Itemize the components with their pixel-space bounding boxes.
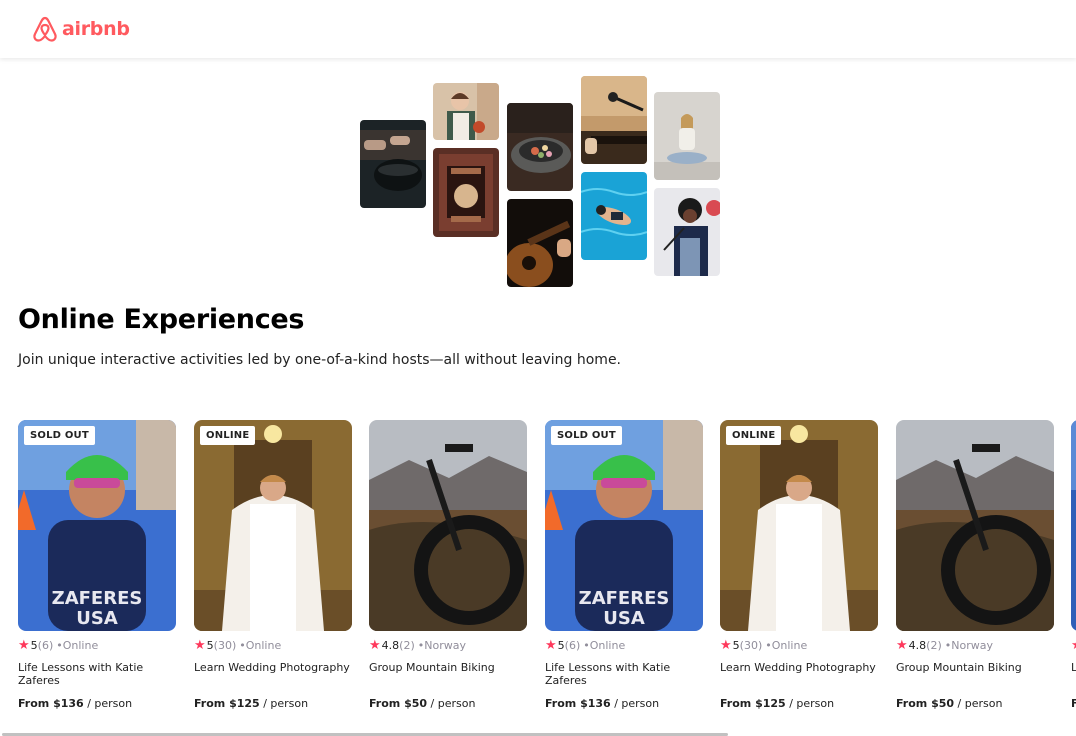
card-price: From $136 / person bbox=[545, 697, 703, 710]
experience-card[interactable]: ZAFERES USA SOLD OUT ★ 5 (6) •Online Lif… bbox=[545, 420, 703, 710]
hero-photo-food bbox=[507, 103, 573, 191]
status-badge: ONLINE bbox=[726, 426, 782, 445]
star-icon: ★ bbox=[194, 638, 206, 653]
card-reviews: (6) bbox=[37, 639, 54, 652]
card-price: F bbox=[1071, 697, 1076, 710]
card-location: •Norway bbox=[417, 639, 466, 652]
card-stats: ★ bbox=[1071, 638, 1076, 653]
card-title: Learn Wedding Photography bbox=[720, 661, 876, 674]
card-photo bbox=[369, 420, 527, 631]
card-location: •Online bbox=[56, 639, 99, 652]
card-rating: 5 bbox=[557, 639, 565, 652]
card-location: •Online bbox=[583, 639, 626, 652]
card-price-amount: From $125 bbox=[720, 697, 786, 710]
card-title: Learn Wedding Photography bbox=[194, 661, 350, 674]
card-location: •Online bbox=[765, 639, 808, 652]
hero-photo-chef bbox=[433, 83, 499, 140]
card-price-unit: / person bbox=[610, 697, 660, 710]
svg-text:ZAFERES: ZAFERES bbox=[579, 588, 670, 609]
hero-photo-singer bbox=[654, 188, 720, 276]
experience-cards: ZAFERES USA SOLD OUT ★ 5 (6) •Online Lif… bbox=[0, 420, 1076, 720]
card-title: Life Lessons with Katie Zaferes bbox=[18, 661, 144, 687]
card-title: Group Mountain Biking bbox=[369, 661, 495, 674]
status-badge: SOLD OUT bbox=[551, 426, 622, 445]
card-price: From $50 / person bbox=[369, 697, 527, 710]
status-badge: ONLINE bbox=[200, 426, 256, 445]
star-icon: ★ bbox=[545, 638, 557, 653]
card-price-amount: From $50 bbox=[369, 697, 428, 710]
card-price-amount: From $136 bbox=[18, 697, 84, 710]
svg-text:USA: USA bbox=[76, 608, 118, 629]
card-reviews: (30) bbox=[213, 639, 237, 652]
card-title: Life Lessons with Katie Zaferes bbox=[545, 661, 671, 687]
card-price: From $125 / person bbox=[194, 697, 352, 710]
card-stats: ★ 5 (30) •Online bbox=[720, 638, 878, 653]
card-photo: ZAFERES USA SOLD OUT bbox=[545, 420, 703, 631]
card-rating: 5 bbox=[732, 639, 740, 652]
experience-card[interactable]: ONLINE ★ 5 (30) •Online Learn Wedding Ph… bbox=[194, 420, 352, 710]
experience-card[interactable]: ZAFERES USA SOLD OUT ★ 5 (6) •Online Lif… bbox=[18, 420, 176, 710]
card-stats: ★ 4.8 (2) •Norway bbox=[369, 638, 527, 653]
card-price-unit: / person bbox=[259, 697, 309, 710]
card-price: From $50 / person bbox=[896, 697, 1054, 710]
card-photo: ZAFERES USA SOLD OUT bbox=[18, 420, 176, 631]
card-price-amount: From $125 bbox=[194, 697, 260, 710]
page-title: Online Experiences bbox=[18, 304, 305, 335]
page-subtitle: Join unique interactive activities led b… bbox=[18, 352, 622, 368]
card-photo: ONLINE bbox=[194, 420, 352, 631]
card-stats: ★ 5 (30) •Online bbox=[194, 638, 352, 653]
card-price-amount: From $136 bbox=[545, 697, 611, 710]
card-price-unit: / person bbox=[83, 697, 133, 710]
card-price-amount: From $50 bbox=[896, 697, 955, 710]
card-stats: ★ 5 (6) •Online bbox=[545, 638, 703, 653]
card-title: Group Mountain Biking bbox=[896, 661, 1022, 674]
card-rating: 4.8 bbox=[908, 639, 927, 652]
hero-photo-swimmer bbox=[581, 172, 647, 260]
card-rating: 5 bbox=[206, 639, 214, 652]
card-price: From $125 / person bbox=[720, 697, 878, 710]
card-reviews: (2) bbox=[926, 639, 942, 652]
star-icon: ★ bbox=[1071, 638, 1076, 653]
card-photo: ONLINE bbox=[720, 420, 878, 631]
star-icon: ★ bbox=[896, 638, 908, 653]
hero-photo-guitar bbox=[507, 199, 573, 287]
card-reviews: (6) bbox=[564, 639, 581, 652]
card-photo bbox=[1071, 420, 1076, 631]
experience-card[interactable]: ★ 4.8 (2) •Norway Group Mountain Biking … bbox=[369, 420, 527, 710]
card-stats: ★ 5 (6) •Online bbox=[18, 638, 176, 653]
star-icon: ★ bbox=[18, 638, 30, 653]
card-price-unit: / person bbox=[427, 697, 476, 710]
hero-photo-microphone bbox=[581, 76, 647, 164]
card-rating: 4.8 bbox=[381, 639, 400, 652]
hero-photo-cooking bbox=[360, 120, 426, 208]
svg-text:USA: USA bbox=[603, 608, 645, 629]
hero-photo-grid bbox=[0, 0, 1076, 300]
experience-card[interactable]: ONLINE ★ 5 (30) •Online Learn Wedding Ph… bbox=[720, 420, 878, 710]
card-reviews: (2) bbox=[399, 639, 415, 652]
star-icon: ★ bbox=[369, 638, 381, 653]
card-price: From $136 / person bbox=[18, 697, 176, 710]
card-reviews: (30) bbox=[739, 639, 763, 652]
card-stats: ★ 4.8 (2) •Norway bbox=[896, 638, 1054, 653]
hero-photo-yoga bbox=[654, 92, 720, 180]
svg-text:ZAFERES: ZAFERES bbox=[52, 588, 143, 609]
card-price-unit: / person bbox=[954, 697, 1003, 710]
card-price-unit: / person bbox=[785, 697, 835, 710]
hero-photo-door bbox=[433, 148, 499, 237]
star-icon: ★ bbox=[720, 638, 732, 653]
card-location: •Online bbox=[239, 639, 282, 652]
experience-card[interactable]: ★ L Z F bbox=[1071, 420, 1076, 710]
experience-card[interactable]: ★ 4.8 (2) •Norway Group Mountain Biking … bbox=[896, 420, 1054, 710]
card-price-amount: F bbox=[1071, 697, 1076, 710]
card-photo bbox=[896, 420, 1054, 631]
card-rating: 5 bbox=[30, 639, 38, 652]
status-badge: SOLD OUT bbox=[24, 426, 95, 445]
card-title: L Z bbox=[1071, 661, 1076, 674]
card-location: •Norway bbox=[944, 639, 993, 652]
